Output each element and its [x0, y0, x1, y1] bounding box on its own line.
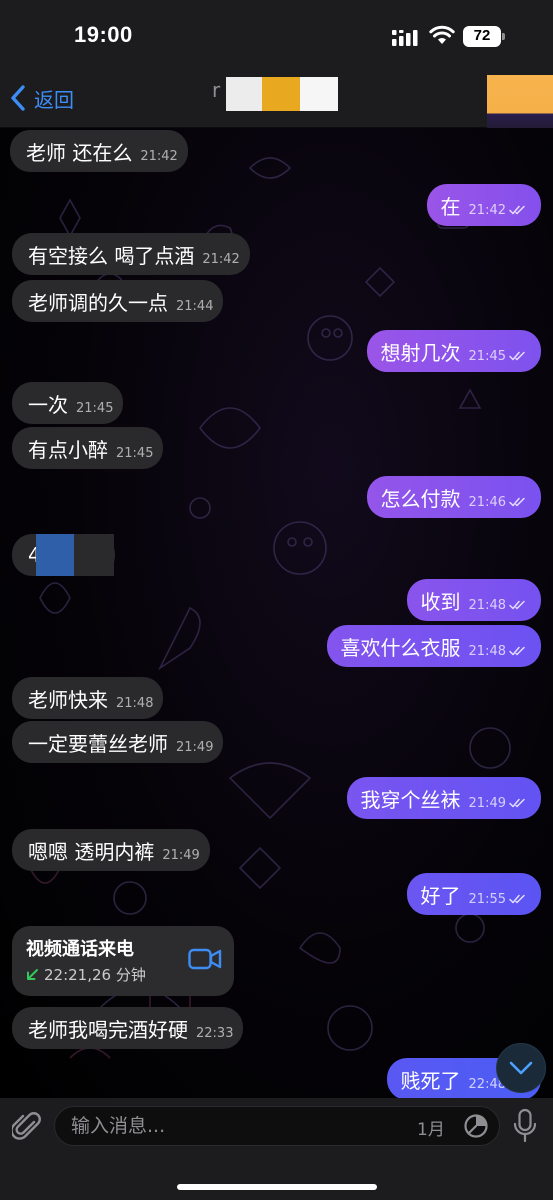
message-time: 21:48 — [468, 597, 506, 613]
message-time: 21:55 — [468, 891, 506, 907]
message-time: 21:42 — [468, 202, 506, 218]
message-text: 想射几次 — [380, 340, 461, 365]
outgoing-message[interactable]: 怎么付款 21:46 — [366, 476, 541, 518]
incoming-arrow-icon — [27, 969, 38, 980]
video-camera-icon[interactable] — [188, 947, 222, 971]
back-label: 返回 — [34, 89, 74, 112]
incoming-message[interactable]: 老师我喝完酒好硬 22:33 — [12, 1007, 244, 1049]
chat-header: 返回 r — [0, 70, 553, 141]
message-time: 21:49 — [162, 847, 200, 863]
message-time: 21:46 — [468, 494, 506, 510]
message-time: 21:45 — [116, 445, 154, 461]
message-text: 收到 — [420, 589, 461, 614]
incoming-message[interactable]: 嗯嗯 透明内裤 21:49 — [12, 829, 210, 871]
chevron-left-icon — [11, 85, 25, 111]
wifi-icon — [429, 25, 455, 44]
message-text: 老师 还在么 — [26, 140, 133, 165]
redacted-content-block — [36, 534, 74, 576]
outgoing-message[interactable]: 好了 21:55 — [406, 873, 541, 915]
microphone-icon[interactable] — [512, 1108, 538, 1144]
chat-title[interactable]: r — [212, 78, 220, 102]
message-time: 21:48 — [116, 695, 154, 711]
back-button[interactable]: 返回 — [6, 78, 74, 118]
call-time-duration: 22:21,26 分钟 — [44, 966, 146, 984]
message-input-field[interactable]: 1月 — [54, 1106, 500, 1146]
incoming-message[interactable]: 老师 还在么 21:42 — [10, 130, 188, 172]
message-text: 有空接么 喝了点酒 — [28, 243, 195, 268]
message-text: 老师我喝完酒好硬 — [28, 1017, 188, 1042]
message-time: 21:48 — [468, 643, 506, 659]
incoming-message[interactable]: 有空接么 喝了点酒 21:42 — [12, 233, 250, 275]
incoming-message[interactable]: 老师调的久一点 21:44 — [12, 280, 224, 322]
incoming-message[interactable]: 老师快来 21:48 — [12, 677, 164, 719]
message-text: 在 — [440, 194, 461, 219]
message-text: 好了 — [420, 883, 461, 908]
message-text: 嗯嗯 透明内裤 — [28, 839, 155, 864]
call-detail: 22:21,26 分钟 — [26, 964, 146, 985]
video-call-message[interactable]: 视频通话来电 22:21,26 分钟 — [12, 926, 234, 996]
battery-level: 72 — [473, 27, 491, 44]
incoming-message[interactable]: 有点小醉 21:45 — [12, 427, 164, 469]
double-check-icon — [509, 646, 525, 656]
redacted-title-block — [300, 77, 338, 111]
message-time: 21:45 — [468, 348, 506, 364]
scroll-to-bottom-button[interactable] — [496, 1043, 546, 1093]
redacted-content-block — [74, 534, 114, 576]
call-title: 视频通话来电 — [26, 939, 134, 960]
paperclip-icon[interactable] — [12, 1110, 42, 1144]
incoming-message[interactable]: 一定要蕾丝老师 21:49 — [12, 721, 224, 763]
home-indicator — [177, 1184, 377, 1190]
message-text: 怎么付款 — [380, 486, 461, 511]
message-time: 21:42 — [202, 251, 240, 267]
timer-icon[interactable] — [463, 1113, 489, 1139]
message-time: 21:44 — [176, 298, 214, 314]
message-text: 喜欢什么衣服 — [340, 635, 461, 660]
battery-icon: 72 — [463, 26, 507, 47]
redacted-title-block — [226, 77, 262, 111]
self-destruct-timer-label[interactable]: 1月 — [417, 1115, 445, 1140]
double-check-icon — [509, 600, 525, 610]
cellular-signal-icon — [392, 30, 418, 46]
double-check-icon — [509, 798, 525, 808]
message-text: 有点小醉 — [28, 437, 108, 462]
double-check-icon — [509, 205, 525, 215]
message-text: 一次 — [28, 392, 68, 417]
message-text: 老师调的久一点 — [28, 290, 168, 315]
message-time: 21:42 — [140, 148, 178, 164]
outgoing-message[interactable]: 我穿个丝袜 21:49 — [346, 777, 541, 819]
message-text: 贱死了 — [400, 1068, 461, 1093]
outgoing-message[interactable]: 在 21:42 — [426, 184, 541, 226]
outgoing-message[interactable]: 喜欢什么衣服 21:48 — [326, 625, 541, 667]
message-text: 一定要蕾丝老师 — [28, 731, 168, 756]
outgoing-message[interactable]: 想射几次 21:45 — [366, 330, 541, 372]
outgoing-message[interactable]: 收到 21:48 — [406, 579, 541, 621]
message-text: 老师快来 — [28, 687, 108, 712]
message-list[interactable]: 老师 还在么 21:42 在 21:42 有空接么 喝了点酒 21:42 老师调的久一点 21… — [0, 128, 553, 1098]
status-time: 19:00 — [74, 22, 133, 47]
double-check-icon — [509, 351, 525, 361]
double-check-icon — [509, 894, 525, 904]
message-time: 21:45 — [76, 400, 114, 416]
status-bar: 19:00 72 — [0, 0, 553, 70]
message-time: 22:33 — [196, 1025, 234, 1041]
incoming-message[interactable]: 4 121:47 — [12, 534, 116, 576]
message-time: 21:49 — [468, 795, 506, 811]
composer-bar: 1月 — [0, 1098, 553, 1200]
incoming-message[interactable]: 一次 21:45 — [12, 382, 124, 424]
message-input[interactable] — [71, 1107, 401, 1145]
chevron-down-icon — [509, 1061, 533, 1075]
message-time: 21:49 — [176, 739, 214, 755]
redacted-title-block — [262, 77, 300, 111]
double-check-icon — [509, 497, 525, 507]
message-text: 我穿个丝袜 — [360, 787, 461, 812]
